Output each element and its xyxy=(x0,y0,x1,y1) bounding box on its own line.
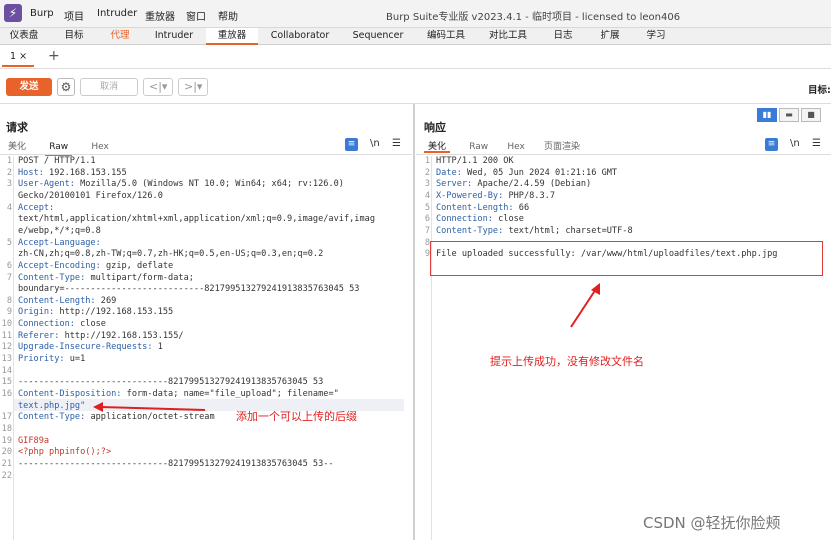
request-annotation: 添加一个可以上传的后缀 xyxy=(236,410,357,423)
request-arrowhead xyxy=(93,402,103,412)
response-annotation: 提示上传成功，没有修改文件名 xyxy=(490,355,644,368)
watermark: CSDN @轻抚你脸颊 xyxy=(643,514,781,532)
request-arrow xyxy=(99,406,206,411)
response-arrow xyxy=(570,288,597,328)
annotation-arrows xyxy=(93,283,600,412)
